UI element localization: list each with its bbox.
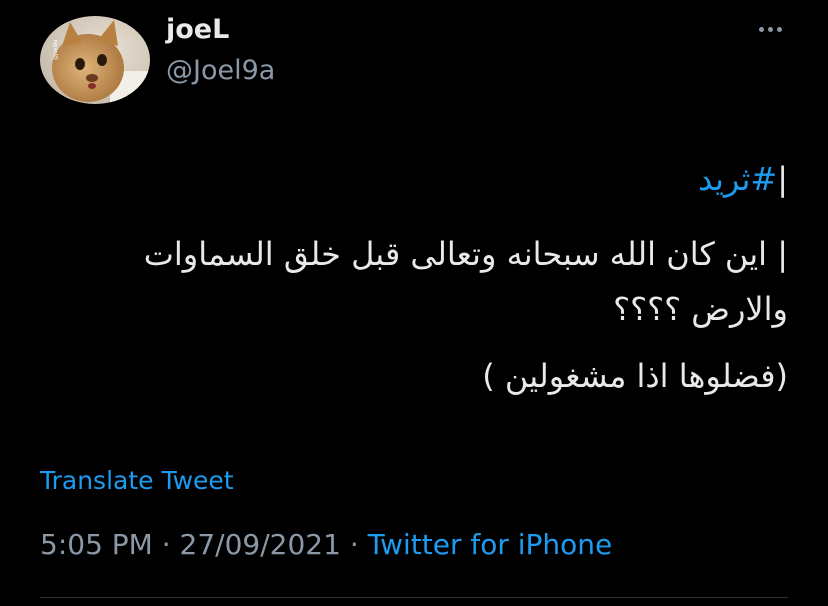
avatar-watermark: @Joel9a	[53, 40, 59, 60]
display-name[interactable]: joeL	[166, 14, 229, 45]
username-handle[interactable]: @Joel9a	[166, 55, 275, 86]
translate-tweet-link[interactable]: Translate Tweet	[40, 466, 234, 495]
divider	[40, 597, 788, 598]
tweet-time[interactable]: 5:05 PM	[40, 528, 153, 561]
tweet-source-link[interactable]: Twitter for iPhone	[368, 528, 613, 561]
tweet-line-hashtag: |#ثريد	[140, 152, 788, 207]
tweet-text: |#ثريد | اين كان الله سبحانه وتعالى قبل …	[140, 152, 788, 416]
tweet-line-note: (فضلوها اذا مشغولين )	[482, 357, 788, 395]
more-horizontal-icon	[767, 26, 773, 32]
meta-separator: ·	[152, 528, 180, 561]
more-horizontal-icon	[776, 26, 782, 32]
cat-photo-icon: @Joel9a	[40, 16, 150, 104]
tweet-date[interactable]: 27/09/2021	[180, 528, 341, 561]
tweet-line-question: | اين كان الله سبحانه وتعالى قبل خلق الس…	[143, 235, 788, 328]
more-horizontal-icon	[758, 26, 764, 32]
more-options-button[interactable]	[750, 14, 790, 44]
hashtag-link[interactable]: #ثريد	[698, 160, 777, 198]
tweet-metadata: 5:05 PM · 27/09/2021 · Twitter for iPhon…	[40, 528, 612, 561]
line-prefix: |	[777, 160, 788, 198]
meta-separator: ·	[340, 528, 368, 561]
avatar[interactable]: @Joel9a	[40, 16, 150, 104]
